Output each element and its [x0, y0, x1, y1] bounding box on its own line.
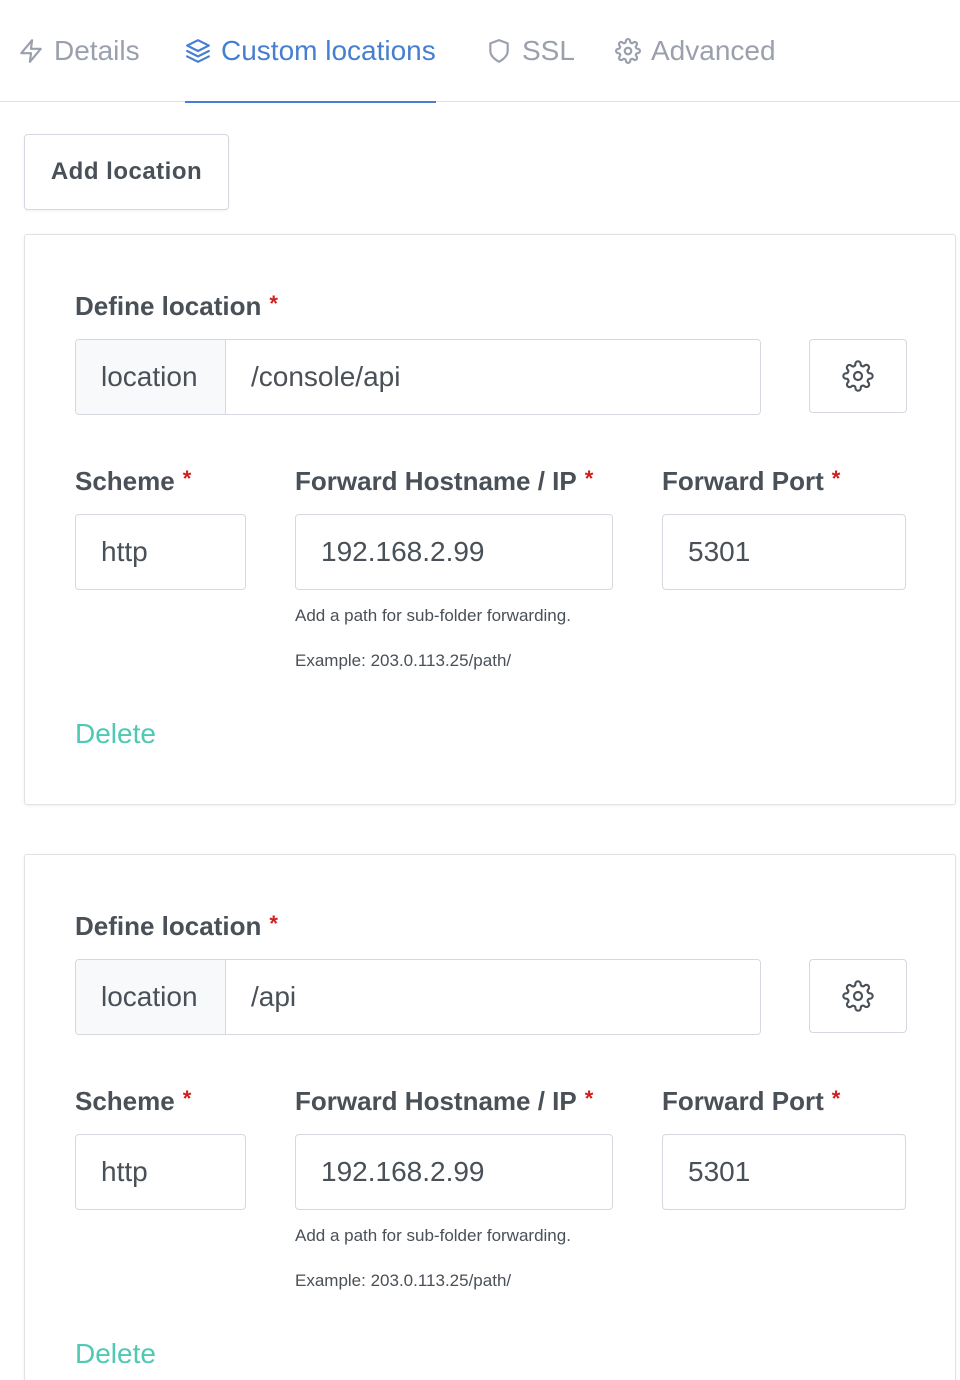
- tab-bar: Details Custom locations SSL Advanced: [0, 0, 960, 103]
- tab-custom-locations[interactable]: Custom locations: [185, 0, 436, 103]
- tab-label: Advanced: [651, 35, 776, 66]
- gear-icon: [842, 980, 874, 1012]
- location-card: Define location* location Scheme* Forwar…: [24, 234, 956, 805]
- delete-location-link[interactable]: Delete: [75, 1338, 156, 1370]
- tab-label: Custom locations: [221, 35, 436, 66]
- scheme-label: Scheme *: [75, 466, 192, 496]
- tab-label: Details: [54, 35, 140, 66]
- tab-label: SSL: [522, 35, 575, 66]
- gear-icon: [615, 38, 641, 64]
- forward-hostname-input[interactable]: [295, 1134, 613, 1210]
- tab-ssl[interactable]: SSL: [486, 0, 575, 102]
- define-location-label: Define location *: [75, 911, 278, 941]
- delete-location-link[interactable]: Delete: [75, 718, 156, 750]
- lightning-icon: [20, 39, 42, 63]
- location-card: Define location* location Scheme* Forwar…: [24, 854, 956, 1380]
- forward-port-label: Forward Port *: [662, 466, 841, 496]
- location-addon: location: [76, 340, 226, 414]
- forward-port-input[interactable]: [662, 514, 906, 590]
- location-input-group: location: [75, 959, 761, 1035]
- add-location-button[interactable]: Add location: [24, 134, 229, 210]
- tab-details[interactable]: Details: [18, 0, 140, 102]
- shield-icon: [489, 39, 509, 63]
- hostname-help-example: Example: 203.0.113.25/path/: [295, 651, 512, 670]
- forward-hostname-input[interactable]: [295, 514, 613, 590]
- hostname-help-text: Add a path for sub-folder forwarding.: [295, 1226, 571, 1245]
- define-location-label: Define location *: [75, 291, 278, 321]
- location-path-input[interactable]: [226, 340, 760, 414]
- forward-hostname-label: Forward Hostname / IP *: [295, 466, 594, 496]
- location-settings-button[interactable]: [809, 959, 907, 1033]
- hostname-help-example: Example: 203.0.113.25/path/: [295, 1271, 512, 1290]
- location-settings-button[interactable]: [809, 339, 907, 413]
- location-path-input[interactable]: [226, 960, 760, 1034]
- location-input-group: location: [75, 339, 761, 415]
- gear-icon: [842, 360, 874, 392]
- forward-port-label: Forward Port *: [662, 1086, 841, 1116]
- scheme-label: Scheme *: [75, 1086, 192, 1116]
- hostname-help-text: Add a path for sub-folder forwarding.: [295, 606, 571, 625]
- scheme-input[interactable]: [75, 1134, 246, 1210]
- layers-icon: [186, 39, 210, 63]
- forward-port-input[interactable]: [662, 1134, 906, 1210]
- tab-advanced[interactable]: Advanced: [615, 0, 776, 102]
- forward-hostname-label: Forward Hostname / IP *: [295, 1086, 594, 1116]
- scheme-input[interactable]: [75, 514, 246, 590]
- location-addon: location: [76, 960, 226, 1034]
